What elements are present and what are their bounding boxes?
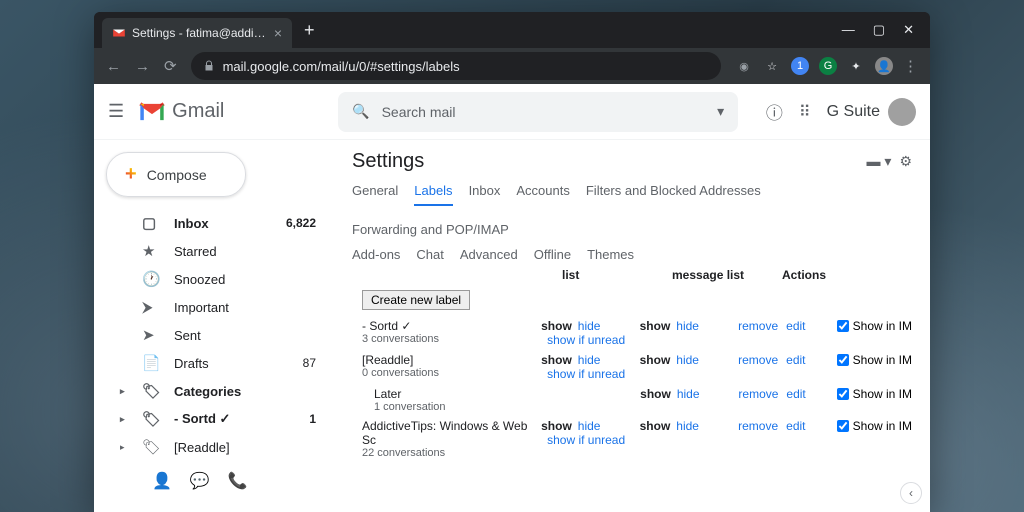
sidebar: + Compose ▢Inbox6,822★Starred🕐Snoozed⮞Im… [94, 140, 334, 512]
maximize-icon[interactable]: ▢ [873, 22, 885, 38]
tab-forwarding-and-pop-imap[interactable]: Forwarding and POP/IMAP [352, 222, 509, 243]
clock-icon: 🕐 [142, 270, 160, 288]
sidebar-item--readdle-[interactable]: ▸🏷[Readdle] [102, 433, 326, 461]
title-bar: Settings - fatima@addictivetips.c × + — … [94, 12, 930, 48]
lock-icon [203, 60, 215, 72]
menu-icon[interactable]: ⋮ [903, 57, 918, 75]
tab-filters-and-blocked-addresses[interactable]: Filters and Blocked Addresses [586, 183, 761, 206]
col-actions: Actions [782, 268, 892, 282]
back-icon[interactable]: ← [106, 58, 121, 75]
sidebar-footer: 👤 💬 📞 [102, 461, 326, 491]
puzzle-icon[interactable]: ✦ [847, 57, 865, 75]
help-icon[interactable]: ⓘ [766, 99, 783, 124]
tab-offline[interactable]: Offline [534, 247, 571, 262]
eye-icon[interactable]: ◉ [735, 57, 753, 75]
show-in-im-checkbox[interactable] [837, 420, 849, 432]
tab-general[interactable]: General [352, 183, 398, 206]
tab-title: Settings - fatima@addictivetips.c [132, 26, 268, 40]
show-in-im-checkbox[interactable] [837, 354, 849, 366]
window-controls: — ▢ ✕ [842, 22, 922, 38]
gsuite-label: G Suite [827, 98, 916, 126]
search-icon: 🔍 [352, 103, 369, 120]
tab-advanced[interactable]: Advanced [460, 247, 518, 262]
tag-icon: 🏷 [142, 438, 160, 456]
search-box[interactable]: 🔍 Search mail ▾ [338, 92, 738, 132]
page-content: ☰ Gmail 🔍 Search mail ▾ ⓘ ⠿ G Suite [94, 84, 930, 512]
settings-tabs-row2: Add-ons Chat Advanced Offline Themes [352, 247, 912, 262]
gmail-favicon [112, 26, 126, 40]
side-panel-toggle[interactable]: ‹ [900, 482, 922, 504]
sidebar-item-sent[interactable]: ➤Sent [102, 321, 326, 349]
tab-chat[interactable]: Chat [416, 247, 443, 262]
col-label-list: list [562, 268, 672, 282]
header-right: ⓘ ⠿ G Suite [766, 98, 916, 126]
labels-header-row: list message list Actions [352, 268, 912, 286]
sidebar-item-drafts[interactable]: 📄Drafts87 [102, 349, 326, 377]
gmail-header: ☰ Gmail 🔍 Search mail ▾ ⓘ ⠿ G Suite [94, 84, 930, 140]
minimize-icon[interactable]: — [842, 22, 855, 38]
hamburger-icon[interactable]: ☰ [108, 101, 124, 122]
gear-icon[interactable]: ⚙ [899, 153, 912, 170]
tab-inbox[interactable]: Inbox [469, 183, 501, 206]
sidebar-item-categories[interactable]: ▸🏷Categories [102, 377, 326, 405]
star-icon[interactable]: ☆ [763, 57, 781, 75]
address-bar: ← → ⟳ mail.google.com/mail/u/0/#settings… [94, 48, 930, 84]
close-window-icon[interactable]: ✕ [903, 22, 914, 38]
hangouts-icon[interactable]: 💬 [190, 471, 210, 491]
main-panel: Settings ▬ ▾ ⚙ General Labels Inbox Account… [334, 140, 930, 512]
show-in-im-checkbox[interactable] [837, 388, 849, 400]
settings-title: Settings ▬ ▾ ⚙ [352, 150, 912, 173]
label-row: [Readdle]0 conversationsshowhideshow if … [352, 350, 912, 384]
sidebar-item-starred[interactable]: ★Starred [102, 237, 326, 265]
tab-add-ons[interactable]: Add-ons [352, 247, 400, 262]
sidebar-item-inbox[interactable]: ▢Inbox6,822 [102, 209, 326, 237]
reload-icon[interactable]: ⟳ [164, 57, 177, 75]
gmail-icon [138, 101, 166, 123]
settings-tabs: General Labels Inbox Accounts Filters and Bl… [352, 183, 912, 243]
extension-icon-1[interactable]: 1 [791, 57, 809, 75]
browser-window: Settings - fatima@addictivetips.c × + — … [94, 12, 930, 512]
label-row: - Sortd ✓3 conversationsshowhideshow if … [352, 316, 912, 350]
tab-accounts[interactable]: Accounts [516, 183, 569, 206]
important-icon: ⮞ [142, 299, 160, 316]
send-icon: ➤ [142, 326, 160, 344]
apps-icon[interactable]: ⠿ [799, 102, 811, 122]
create-new-label-button[interactable]: Create new label [362, 290, 470, 310]
tab-labels[interactable]: Labels [414, 183, 452, 206]
browser-tab[interactable]: Settings - fatima@addictivetips.c × [102, 18, 292, 48]
extensions: ◉ ☆ 1 G ✦ 👤 ⋮ [735, 57, 918, 75]
gmail-logo[interactable]: Gmail [138, 100, 338, 123]
star-icon: ★ [142, 242, 160, 260]
col-message-list: message list [672, 268, 782, 282]
extension-icon-2[interactable]: G [819, 57, 837, 75]
avatar[interactable] [888, 98, 916, 126]
tag-icon: 🏷 [142, 410, 160, 428]
body: + Compose ▢Inbox6,822★Starred🕐Snoozed⮞Im… [94, 140, 930, 512]
compose-button[interactable]: + Compose [106, 152, 246, 197]
profile-icon[interactable]: 👤 [875, 57, 893, 75]
forward-icon[interactable]: → [135, 58, 150, 75]
search-placeholder: Search mail [382, 104, 706, 120]
search-dropdown-icon[interactable]: ▾ [717, 103, 724, 120]
tab-themes[interactable]: Themes [587, 247, 634, 262]
file-icon: 📄 [142, 354, 160, 372]
tag-icon: 🏷 [142, 382, 160, 400]
gmail-text: Gmail [172, 100, 224, 123]
compose-label: Compose [147, 167, 207, 183]
inbox-icon: ▢ [142, 214, 160, 232]
phone-icon[interactable]: 📞 [228, 471, 248, 491]
person-icon[interactable]: 👤 [152, 471, 172, 491]
url-box[interactable]: mail.google.com/mail/u/0/#settings/label… [191, 52, 721, 80]
close-tab-icon[interactable]: × [274, 25, 282, 41]
sidebar-item--sortd-[interactable]: ▸🏷- Sortd ✓1 [102, 405, 326, 433]
new-tab-button[interactable]: + [304, 20, 315, 41]
sidebar-item-important[interactable]: ⮞Important [102, 293, 326, 321]
sidebar-item-snoozed[interactable]: 🕐Snoozed [102, 265, 326, 293]
url-text: mail.google.com/mail/u/0/#settings/label… [223, 59, 460, 74]
show-in-im-checkbox[interactable] [837, 320, 849, 332]
density-icon[interactable]: ▬ ▾ [867, 153, 892, 170]
label-row: Later1 conversationshowhideremoveeditSho… [352, 384, 912, 416]
plus-icon: + [125, 163, 137, 186]
label-row: AddictiveTips: Windows & Web Sc22 conver… [352, 416, 912, 462]
